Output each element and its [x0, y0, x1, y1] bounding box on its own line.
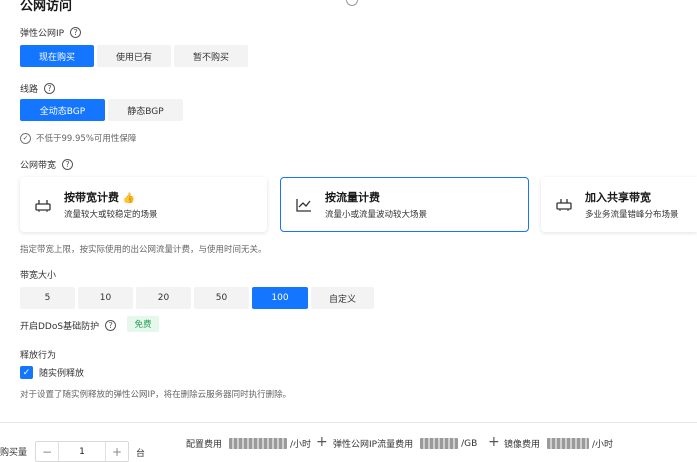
per-gb-unit: /GB — [461, 438, 478, 449]
redacted-price — [229, 438, 288, 449]
image-fee-label: 镜像费用 — [504, 440, 541, 450]
quantity-label: 购买量 — [0, 448, 28, 458]
card-desc: 多业务流量错峰分布场景 — [585, 210, 679, 220]
eip-option-buy-now[interactable]: 现在购买 — [20, 45, 94, 67]
bandwidth-size-option[interactable]: 10 — [78, 287, 133, 309]
bandwidth-size-option[interactable]: 20 — [136, 287, 191, 309]
per-hour-unit: /小时 — [290, 440, 312, 450]
eip-label: 弹性公网IP ? — [20, 26, 82, 39]
release-note: 对于设置了随实例释放的弹性公网IP，将在删除云服务器同时执行删除。 — [20, 390, 292, 400]
release-label: 释放行为 — [20, 348, 56, 361]
shared-router-icon — [555, 197, 573, 213]
billing-card-by-traffic[interactable]: 按流量计费 流量小或流量波动较大场景 — [280, 177, 529, 232]
card-title: 加入共享带宽 — [585, 191, 651, 204]
bandwidth-size-option[interactable]: 50 — [194, 287, 249, 309]
plus-icon: + — [488, 434, 500, 450]
checkbox-checked-icon[interactable]: ✓ — [20, 366, 33, 379]
redacted-price — [547, 438, 590, 449]
card-title: 按流量计费 — [325, 191, 380, 204]
release-label-text: 释放行为 — [20, 351, 57, 361]
config-fee: 配置费用 /小时 — [186, 437, 311, 450]
help-icon[interactable]: ? — [70, 27, 82, 38]
increment-button[interactable]: + — [106, 445, 128, 459]
line-option-static-bgp[interactable]: 静态BGP — [108, 99, 183, 121]
line-label-text: 线路 — [20, 85, 39, 95]
help-icon[interactable]: ? — [62, 159, 74, 170]
thumb-up-icon: 👍 — [122, 193, 136, 204]
guarantee-note: ✓ 不低于99.95%可用性保障 — [20, 132, 136, 144]
quantity-stepper[interactable]: − 1 + — [35, 441, 129, 462]
bandwidth-size-option[interactable]: 5 — [20, 287, 75, 309]
scroll-indicator-icon — [346, 0, 358, 6]
card-desc: 流量较大或较稳定的场景 — [64, 210, 158, 220]
eip-option-not-buy[interactable]: 暂不购买 — [174, 45, 248, 67]
billing-card-shared-bandwidth[interactable]: 加入共享带宽 多业务流量错峰分布场景 — [541, 177, 697, 232]
card-title: 按带宽计费 — [64, 191, 119, 204]
billing-card-by-bandwidth[interactable]: 按带宽计费 👍 流量较大或较稳定的场景 — [20, 177, 267, 232]
line-label: 线路 ? — [20, 82, 56, 95]
ddos-label: 开启DDoS基础防护 ? — [20, 319, 117, 332]
checkbox-label: 随实例释放 — [39, 369, 85, 379]
bandwidth-size-option-selected[interactable]: 100 — [252, 287, 308, 309]
bandwidth-size-custom[interactable]: 自定义 — [311, 287, 374, 309]
eip-traffic-fee: 弹性公网IP流量费用 /GB — [333, 437, 477, 450]
bandwidth-label-text: 公网带宽 — [20, 161, 57, 171]
release-with-instance-checkbox[interactable]: ✓ 随实例释放 — [20, 366, 84, 379]
eip-label-text: 弹性公网IP — [20, 29, 65, 39]
bandwidth-size-label-text: 带宽大小 — [20, 271, 57, 281]
help-icon[interactable]: ? — [44, 83, 56, 94]
image-fee: 镜像费用 /小时 — [504, 437, 613, 450]
eip-option-use-existing[interactable]: 使用已有 — [97, 45, 171, 67]
quantity-unit: 台 — [136, 449, 146, 459]
section-title: 公网访问 — [20, 0, 73, 14]
line-chart-icon — [295, 197, 313, 213]
per-hour-unit: /小时 — [592, 440, 614, 450]
guarantee-note-text: 不低于99.95%可用性保障 — [36, 134, 137, 144]
bandwidth-size-label: 带宽大小 — [20, 268, 56, 281]
decrement-button[interactable]: − — [36, 445, 58, 459]
quantity-input[interactable]: 1 — [58, 442, 106, 461]
check-circle-icon: ✓ — [20, 132, 31, 144]
free-badge: 免费 — [127, 316, 159, 332]
card-desc: 流量小或流量波动较大场景 — [325, 210, 428, 220]
ddos-label-text: 开启DDoS基础防护 — [20, 322, 100, 332]
eip-fee-label: 弹性公网IP流量费用 — [333, 440, 414, 450]
redacted-price — [420, 438, 459, 449]
bandwidth-label: 公网带宽 ? — [20, 158, 74, 171]
bandwidth-note: 指定带宽上限，按实际使用的出公网流量计费，与使用时间无关。 — [20, 245, 267, 255]
config-fee-label: 配置费用 — [186, 440, 223, 450]
line-option-dynamic-bgp[interactable]: 全动态BGP — [20, 99, 105, 121]
plus-icon: + — [316, 434, 328, 450]
router-icon — [34, 197, 52, 213]
help-icon[interactable]: ? — [105, 320, 117, 331]
